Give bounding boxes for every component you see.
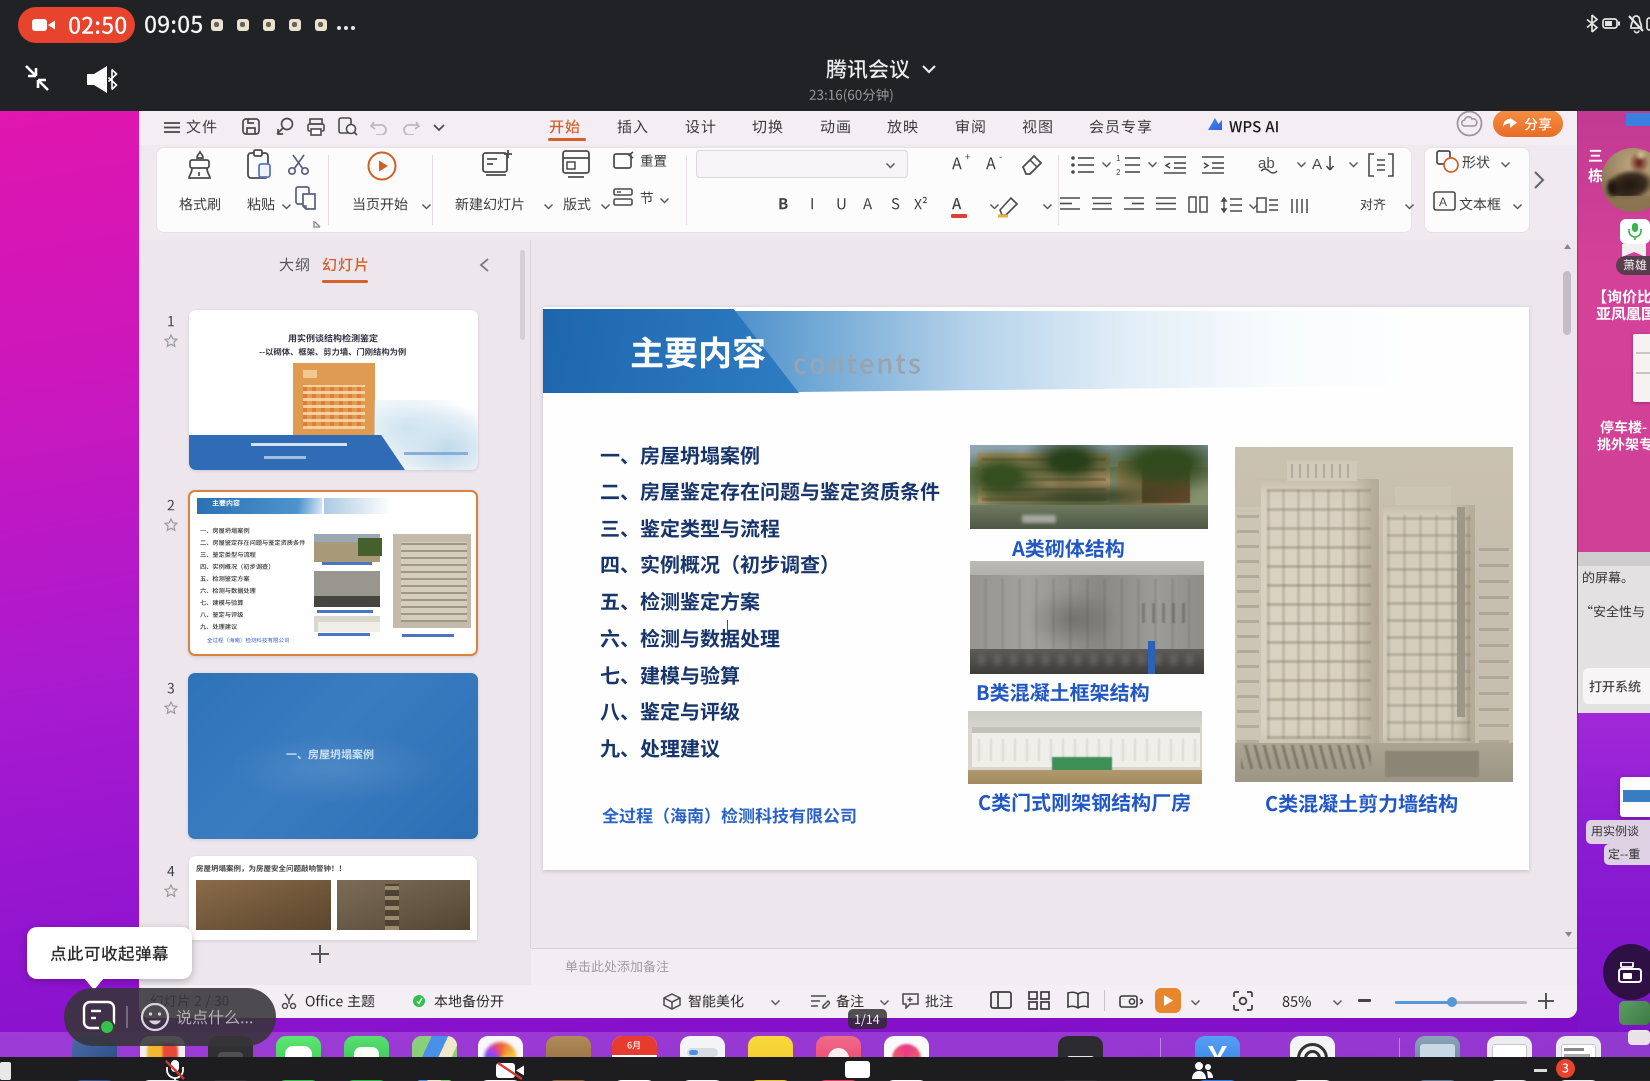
svg-text:A: A xyxy=(1312,156,1322,173)
svg-text:2: 2 xyxy=(1116,168,1121,175)
svg-text:A: A xyxy=(1439,195,1447,209)
svg-text:1: 1 xyxy=(1116,155,1121,163)
